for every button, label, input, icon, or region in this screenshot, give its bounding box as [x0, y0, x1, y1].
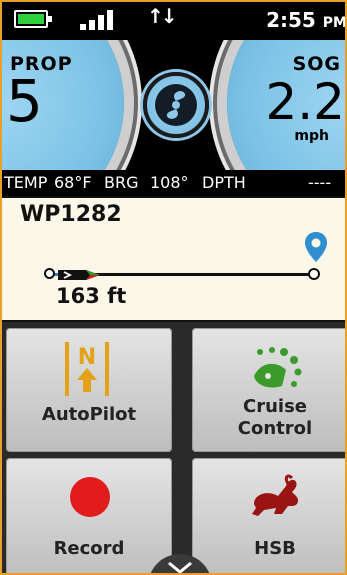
device-screen: ↑↓ 2:55 PM PROP 5 SOG 2.2 mph TEMP 68°F … — [0, 0, 347, 575]
hsb-label: HSB — [254, 538, 296, 559]
cruise-control-button[interactable]: Cruise Control — [192, 328, 345, 452]
info-strip: TEMP 68°F BRG 108° DPTH ---- — [2, 170, 345, 196]
brg-value: 108° — [150, 173, 189, 192]
temp-label: TEMP — [4, 173, 48, 192]
svg-text:N: N — [78, 345, 96, 370]
hsb-button[interactable]: HSB — [192, 458, 345, 573]
status-bar: ↑↓ 2:55 PM — [2, 2, 347, 40]
sog-label: SOG — [292, 53, 341, 75]
cruise-control-icon — [254, 347, 302, 388]
temp-value: 68°F — [54, 173, 92, 192]
gauge-panel: PROP 5 SOG 2.2 mph — [2, 40, 345, 170]
autopilot-north-icon: N — [65, 342, 109, 396]
battery-icon — [14, 10, 52, 28]
control-grid: N AutoPilot Cruise Control Record HSB — [2, 322, 345, 573]
data-transfer-icon: ↑↓ — [147, 4, 177, 28]
record-button[interactable]: Record — [6, 458, 172, 573]
record-label: Record — [53, 538, 125, 559]
propeller-button[interactable] — [143, 72, 209, 138]
waypoint-distance: 163 ft — [56, 284, 127, 308]
clock: 2:55 PM — [266, 8, 347, 32]
signal-icon — [80, 10, 122, 30]
rabbit-icon — [252, 474, 299, 516]
prop-value: 5 — [6, 67, 43, 135]
location-pin-icon — [305, 232, 327, 262]
dpth-label: DPTH — [202, 173, 246, 192]
sog-value: 2.2 — [265, 73, 345, 131]
brg-label: BRG — [104, 173, 139, 192]
autopilot-button[interactable]: N AutoPilot — [6, 328, 172, 452]
sog-unit: mph — [294, 128, 329, 144]
autopilot-label: AutoPilot — [41, 404, 137, 425]
waypoint-name: WP1282 — [20, 202, 122, 227]
record-icon — [70, 477, 110, 517]
waypoint-panel[interactable]: WP1282 163 ft — [2, 198, 345, 320]
boat-icon — [58, 270, 100, 280]
waypoint-marker — [308, 268, 320, 280]
dpth-value: ---- — [308, 173, 332, 192]
cruise-control-label: Cruise Control — [237, 396, 313, 439]
start-marker — [44, 268, 55, 279]
chevron-down-icon — [168, 561, 192, 573]
propeller-icon — [155, 84, 197, 126]
